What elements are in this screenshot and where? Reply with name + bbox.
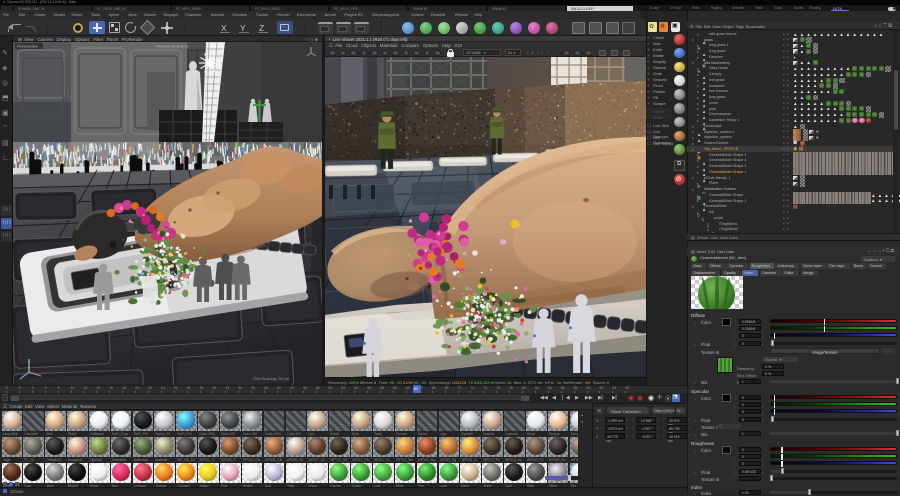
svg-text:Perspective: Perspective [17, 43, 39, 48]
svg-text:Grid Spacing: 50 cm: Grid Spacing: 50 cm [253, 376, 290, 381]
svg-text:OrtemsCamera 1+: OrtemsCamera 1+ [156, 43, 190, 48]
